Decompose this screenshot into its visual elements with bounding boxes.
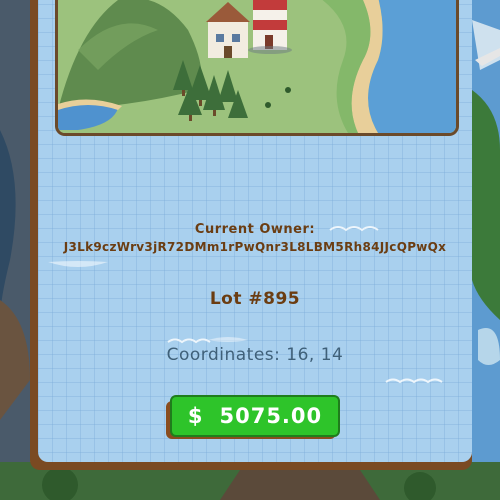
- owner-wallet-address: J3Lk9czWrv3jR72DMm1rPwQnr3L8LBM5Rh84JJcQ…: [63, 240, 447, 254]
- current-owner-label: Current Owner:: [194, 222, 316, 237]
- plot-coordinates: Coordinates: 16, 14: [166, 345, 344, 365]
- lot-number-title: Lot #895: [209, 289, 301, 309]
- buy-price-button[interactable]: $ 5075.00: [170, 395, 340, 437]
- price-value: 5075.00: [219, 404, 323, 428]
- dollar-icon: $: [187, 404, 204, 428]
- plot-info-card: Current Owner: J3Lk9czWrv3jR72DMm1rPwQnr…: [38, 0, 472, 462]
